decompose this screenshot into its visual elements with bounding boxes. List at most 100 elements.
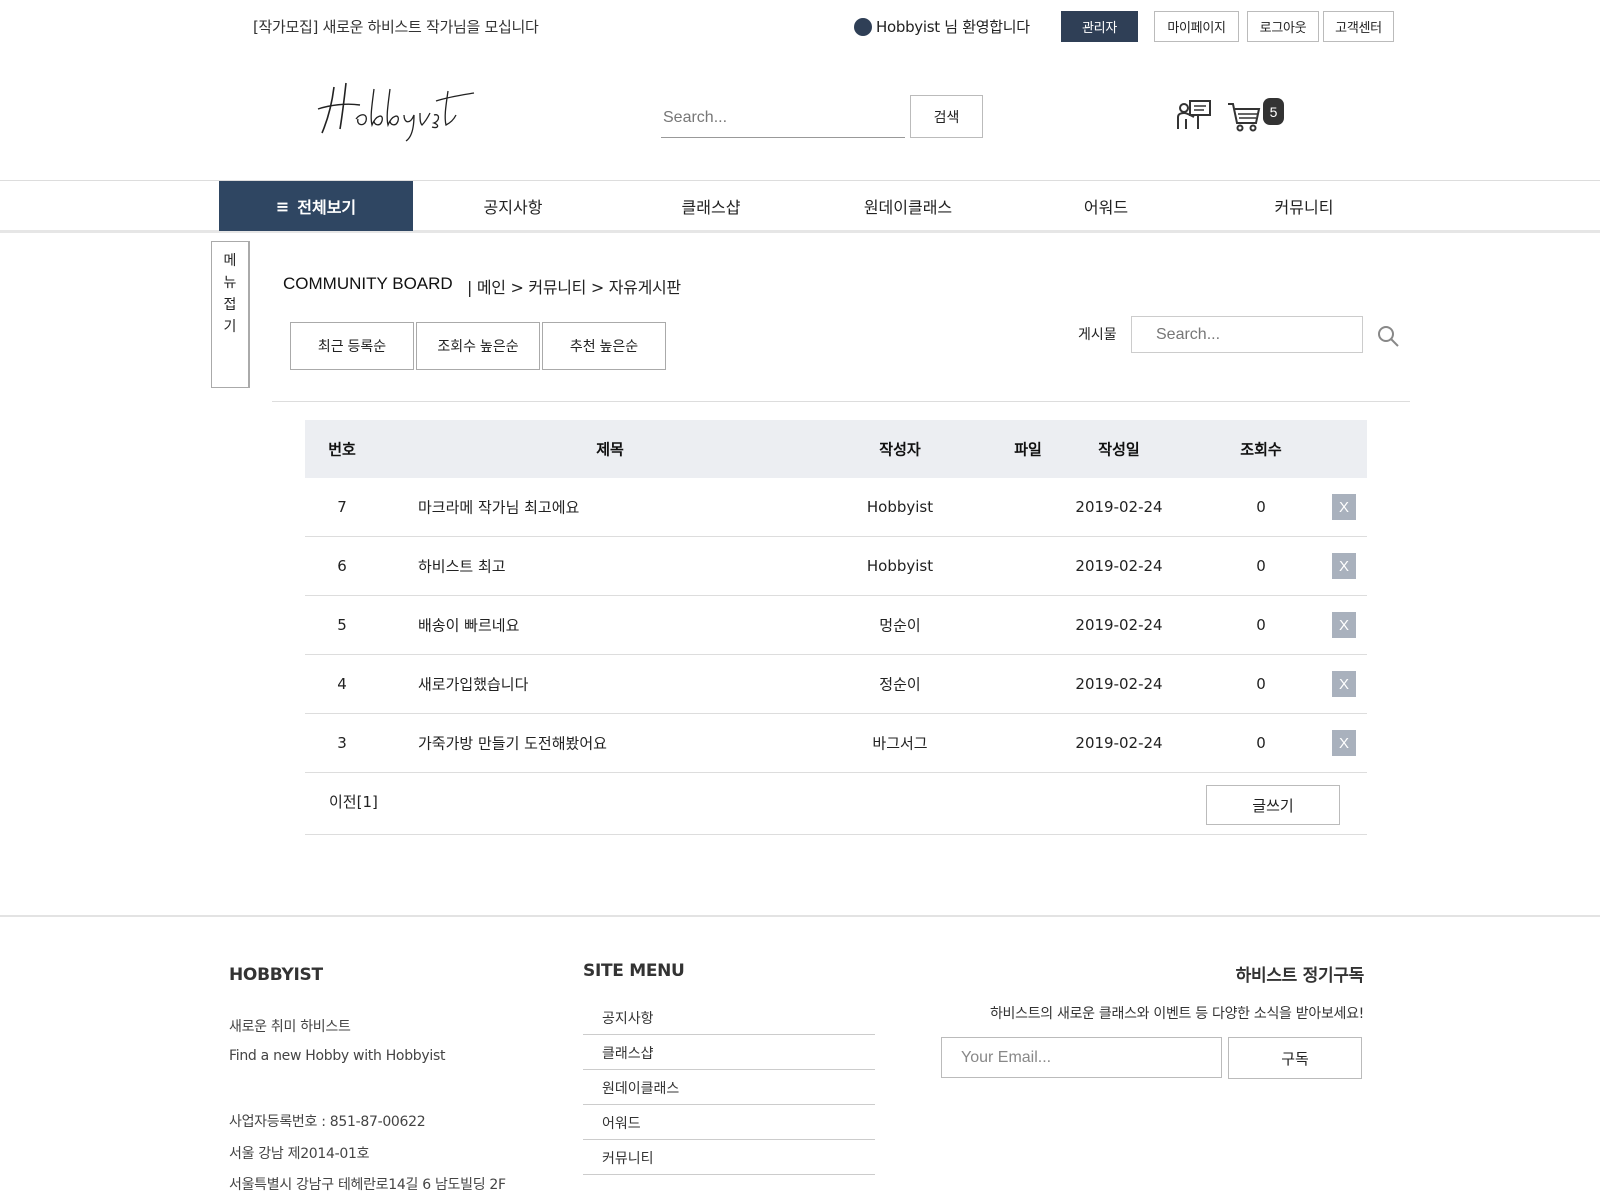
recruit-notice[interactable]: [작가모집] 새로운 하비스트 작가님을 모십니다 [253,16,539,37]
footer-divider [0,915,1600,917]
row-number: 4 [337,675,347,693]
table-header: 번호 제목 작성자 파일 작성일 조회수 [305,420,1367,478]
table-row: 5 배송이 빠르네요 멍순이 2019-02-24 0 X [305,596,1367,655]
sort-recommend-button[interactable]: 추천 높은순 [542,322,666,370]
row-date: 2019-02-24 [1075,675,1163,693]
hobbyist-logo[interactable] [316,75,476,145]
footer-biz-number: 사업자등록번호 : 851-87-00622 [229,1114,426,1130]
board-search-input[interactable] [1131,316,1363,353]
divider [272,401,1410,402]
subscribe-text: 하비스트의 새로운 클래스와 이벤트 등 다양한 소식을 받아보세요! [989,1006,1364,1022]
row-number: 3 [337,734,347,752]
collapse-char: 메 [223,253,237,269]
nav-item-classshop[interactable]: 클래스샵 [631,181,791,231]
subscribe-email-input[interactable] [941,1037,1222,1078]
welcome-text: Hobbyist 님 환영합니다 [876,18,1030,36]
row-author: Hobbyist [866,557,934,575]
col-views: 조회수 [1240,440,1282,459]
footer-menu-community[interactable]: 커뮤니티 [583,1140,875,1175]
prev-page-link[interactable]: 이전[1] [329,791,378,812]
row-views: 0 [1256,734,1266,752]
delete-button[interactable]: X [1332,671,1356,697]
collapse-char: 기 [223,319,237,335]
footer-license: 서울 강남 제2014-01호 [229,1146,370,1162]
delete-button[interactable]: X [1332,730,1356,756]
row-title-link[interactable]: 하비스트 최고 [418,556,506,577]
cart-icon[interactable] [1227,101,1261,133]
sort-views-button[interactable]: 조회수 높은순 [416,322,540,370]
table-row: 7 마크라메 작가님 최고에요 Hobbyist 2019-02-24 0 X [305,478,1367,537]
nav-all-label: 전체보기 [297,198,357,217]
nav-all-button[interactable]: ≡ 전체보기 [219,181,413,231]
subscribe-title: 하비스트 정기구독 [1235,966,1365,986]
welcome-message: Hobbyist 님 환영합니다 [854,16,1030,37]
row-title-link[interactable]: 배송이 빠르네요 [418,615,519,636]
delete-button[interactable]: X [1332,494,1356,520]
row-views: 0 [1256,498,1266,516]
col-number: 번호 [328,440,356,459]
row-title-link[interactable]: 새로가입했습니다 [418,674,528,695]
footer-menu-classshop[interactable]: 클래스샵 [583,1035,875,1070]
footer-site-menu-title: SITE MENU [583,961,685,981]
header-search-button[interactable]: 검색 [910,95,983,138]
row-author: 바그서그 [872,734,928,753]
row-title-link[interactable]: 마크라메 작가님 최고에요 [418,497,579,518]
row-date: 2019-02-24 [1075,557,1163,575]
row-date: 2019-02-24 [1075,734,1163,752]
logout-button[interactable]: 로그아웃 [1247,11,1319,42]
footer-brand: HOBBYIST [229,965,323,985]
board-table: 번호 제목 작성자 파일 작성일 조회수 7 마크라메 작가님 최고에요 Hob… [305,420,1367,835]
top-bar: [작가모집] 새로운 하비스트 작가님을 모십니다 Hobbyist 님 환영합… [0,0,1600,52]
nav-item-notice[interactable]: 공지사항 [433,181,593,231]
delete-button[interactable]: X [1332,612,1356,638]
menu-collapse-button[interactable]: 메 뉴 접 기 [211,241,250,388]
nav-item-oneday[interactable]: 원데이클래스 [828,181,988,231]
row-number: 6 [337,557,347,575]
cart-count-badge: 5 [1263,98,1284,125]
nav-item-community[interactable]: 커뮤니티 [1224,181,1384,231]
write-button[interactable]: 글쓰기 [1206,785,1340,825]
mypage-button[interactable]: 마이페이지 [1154,11,1239,42]
admin-button[interactable]: 관리자 [1061,11,1138,42]
collapse-char: 뉴 [223,275,237,291]
row-date: 2019-02-24 [1075,616,1163,634]
footer-tagline-ko: 새로운 취미 하비스트 [229,1019,351,1035]
subscribe-button[interactable]: 구독 [1228,1037,1362,1079]
row-number: 5 [337,616,347,634]
board-title: COMMUNITY BOARD [283,274,453,293]
col-date: 작성일 [1098,440,1140,459]
logo-script-icon [317,82,475,142]
support-button[interactable]: 고객센터 [1323,11,1394,42]
row-author: 정순이 [879,675,921,694]
user-avatar-icon [854,17,872,36]
footer-menu-award[interactable]: 어워드 [583,1105,875,1140]
breadcrumb: | 메인 > 커뮤니티 > 자유게시판 [467,278,681,297]
nav-item-award[interactable]: 어워드 [1026,181,1186,231]
row-date: 2019-02-24 [1075,498,1163,516]
class-board-icon[interactable] [1176,99,1212,131]
row-views: 0 [1256,675,1266,693]
col-title: 제목 [596,440,624,459]
table-footer: 이전[1] 글쓰기 [305,773,1367,835]
search-icon[interactable] [1376,324,1400,348]
footer-address: 서울특별시 강남구 테헤란로14길 6 남도빌딩 2F [229,1177,506,1193]
row-views: 0 [1256,557,1266,575]
footer-menu-notice[interactable]: 공지사항 [583,1000,875,1035]
table-row: 3 가죽가방 만들기 도전해봤어요 바그서그 2019-02-24 0 X [305,714,1367,773]
collapse-char: 접 [223,297,237,313]
header-search-input[interactable] [661,98,905,138]
row-title-link[interactable]: 가죽가방 만들기 도전해봤어요 [418,733,607,754]
footer-tagline-en: Find a new Hobby with Hobbyist [229,1048,446,1064]
delete-button[interactable]: X [1332,553,1356,579]
row-number: 7 [337,498,347,516]
row-views: 0 [1256,616,1266,634]
row-author: 멍순이 [879,616,921,635]
footer-menu-oneday[interactable]: 원데이클래스 [583,1070,875,1105]
main-nav: ≡ 전체보기 공지사항 클래스샵 원데이클래스 어워드 커뮤니티 [0,180,1600,233]
row-author: Hobbyist [866,498,934,516]
board-search-label: 게시물 [1078,327,1117,343]
table-row: 4 새로가입했습니다 정순이 2019-02-24 0 X [305,655,1367,714]
hamburger-icon: ≡ [275,196,290,216]
sort-recent-button[interactable]: 최근 등록순 [290,322,414,370]
table-row: 6 하비스트 최고 Hobbyist 2019-02-24 0 X [305,537,1367,596]
